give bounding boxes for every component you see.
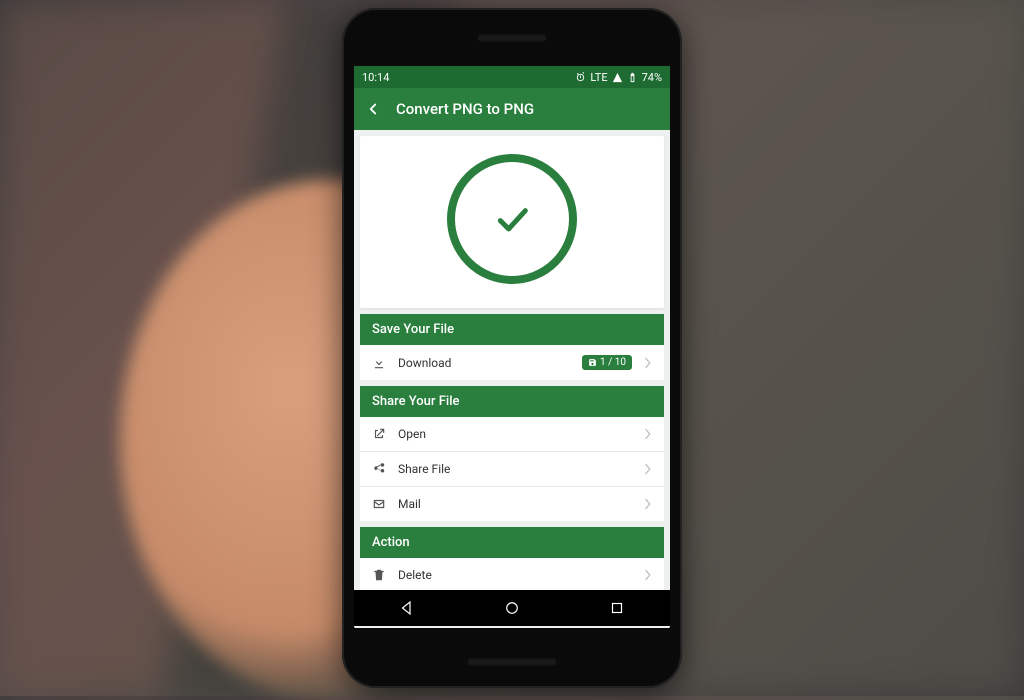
action-section: Action Delete (360, 527, 664, 592)
success-card (360, 136, 664, 308)
open-label: Open (398, 427, 632, 441)
chevron-right-icon (644, 569, 652, 581)
chevron-right-icon (644, 428, 652, 440)
status-time: 10:14 (362, 71, 389, 84)
save-icon (588, 358, 597, 367)
app-bar: Convert PNG to PNG (354, 88, 670, 130)
nav-home-icon[interactable] (503, 599, 521, 617)
share-section-header: Share Your File (360, 386, 664, 417)
battery-icon (627, 72, 638, 83)
phone-screen: 10:14 LTE 74% Convert PNG to PNG Save Yo… (354, 66, 670, 628)
open-row[interactable]: Open (360, 417, 664, 452)
download-label: Download (398, 356, 570, 370)
checkmark-icon (492, 199, 532, 239)
success-circle (447, 154, 577, 284)
android-nav-bar (354, 590, 670, 626)
mail-label: Mail (398, 497, 632, 511)
alarm-icon (575, 72, 586, 83)
chevron-right-icon (644, 357, 652, 369)
status-bar: 10:14 LTE 74% (354, 66, 670, 88)
download-row[interactable]: Download 1 / 10 (360, 345, 664, 380)
phone-speaker-top (477, 34, 547, 42)
save-section-header: Save Your File (360, 314, 664, 345)
mail-row[interactable]: Mail (360, 487, 664, 521)
share-file-row[interactable]: Share File (360, 452, 664, 487)
mail-icon (372, 497, 386, 511)
chevron-right-icon (644, 498, 652, 510)
open-icon (372, 427, 386, 441)
delete-label: Delete (398, 568, 632, 582)
back-icon[interactable] (364, 100, 382, 118)
delete-row[interactable]: Delete (360, 558, 664, 592)
save-count-text: 1 / 10 (600, 357, 626, 368)
delete-icon (372, 568, 386, 582)
page-title: Convert PNG to PNG (396, 100, 534, 118)
signal-icon (612, 72, 623, 83)
share-file-label: Share File (398, 462, 632, 476)
phone-speaker-bottom (467, 658, 557, 666)
save-section: Save Your File Download 1 / 10 (360, 314, 664, 380)
phone-frame: 10:14 LTE 74% Convert PNG to PNG Save Yo… (342, 8, 682, 688)
nav-recent-icon[interactable] (608, 599, 626, 617)
save-count-badge: 1 / 10 (582, 355, 632, 370)
status-battery: 74% (642, 71, 662, 84)
action-section-header: Action (360, 527, 664, 558)
content-area: Save Your File Download 1 / 10 Share You… (354, 130, 670, 628)
download-icon (372, 356, 386, 370)
share-section: Share Your File Open Share File Mail (360, 386, 664, 521)
status-network: LTE (590, 71, 607, 84)
nav-back-icon[interactable] (398, 599, 416, 617)
chevron-right-icon (644, 463, 652, 475)
share-icon (372, 462, 386, 476)
